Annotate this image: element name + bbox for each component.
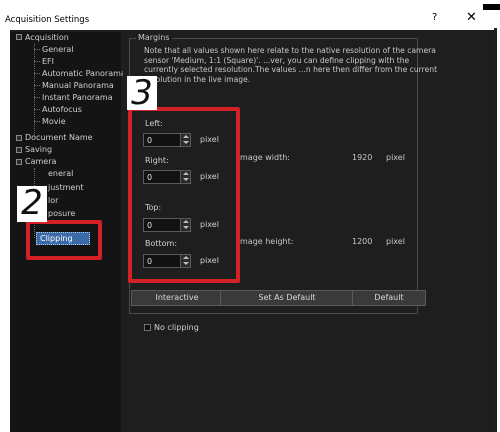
image-height-unit: pixel — [386, 237, 405, 246]
margins-note: Note that all values shown here relate t… — [144, 46, 438, 84]
tree-item-document-name[interactable]: Document Name — [25, 133, 93, 142]
callout-number-2: 2 — [17, 186, 47, 222]
tree-item-acquisition[interactable]: Acquisition — [25, 33, 69, 42]
window-title: Acquisition Settings — [5, 15, 90, 25]
image-width-label: mage width: — [240, 153, 290, 162]
callout-box-margins — [128, 107, 240, 283]
collapse-icon[interactable] — [16, 34, 22, 40]
image-width-unit: pixel — [386, 153, 405, 162]
tree-item-movie[interactable]: Movie — [42, 117, 66, 126]
interactive-button[interactable]: Interactive — [131, 290, 223, 306]
set-as-default-button[interactable]: Set As Default — [220, 290, 354, 306]
close-button[interactable]: ✕ — [466, 10, 477, 25]
no-clipping-checkbox[interactable] — [144, 324, 151, 331]
title-bar: Acquisition Settings ? ✕ — [0, 0, 500, 32]
tree-item-camera-exposure[interactable]: posure — [48, 209, 75, 218]
image-height-value: 1200 — [352, 237, 373, 246]
tree-item-camera-adjustment[interactable]: justment — [48, 183, 84, 192]
tree-item-camera[interactable]: Camera — [25, 157, 56, 166]
tree-item-camera-color[interactable]: lor — [48, 196, 58, 205]
tree-item-manual-panorama[interactable]: Manual Panorama — [42, 81, 114, 90]
tree-item-general[interactable]: General — [42, 45, 74, 54]
margins-group-label: Margins — [136, 33, 172, 42]
tree-item-camera-general[interactable]: eneral — [48, 169, 73, 178]
callout-number-3: 3 — [127, 76, 157, 110]
image-width-value: 1920 — [352, 153, 373, 162]
tree-item-automatic-panorama[interactable]: Automatic Panorama — [42, 69, 126, 78]
no-clipping-label: No clipping — [154, 323, 199, 332]
collapse-icon[interactable] — [16, 159, 22, 165]
callout-box-clipping — [26, 220, 102, 260]
tree-item-saving[interactable]: Saving — [25, 145, 52, 154]
image-height-label: mage height: — [240, 237, 294, 246]
help-button[interactable]: ? — [432, 12, 437, 23]
tree-item-autofocus[interactable]: Autofocus — [42, 105, 82, 114]
tree-item-instant-panorama[interactable]: Instant Panorama — [42, 93, 113, 102]
window-right-edge — [494, 28, 497, 432]
window-edge-bar — [483, 4, 500, 10]
tree-guide-line — [34, 44, 35, 137]
default-button[interactable]: Default — [352, 290, 426, 306]
expand-icon[interactable] — [16, 135, 22, 141]
tree-item-efi[interactable]: EFI — [42, 57, 54, 66]
expand-icon[interactable] — [16, 147, 22, 153]
